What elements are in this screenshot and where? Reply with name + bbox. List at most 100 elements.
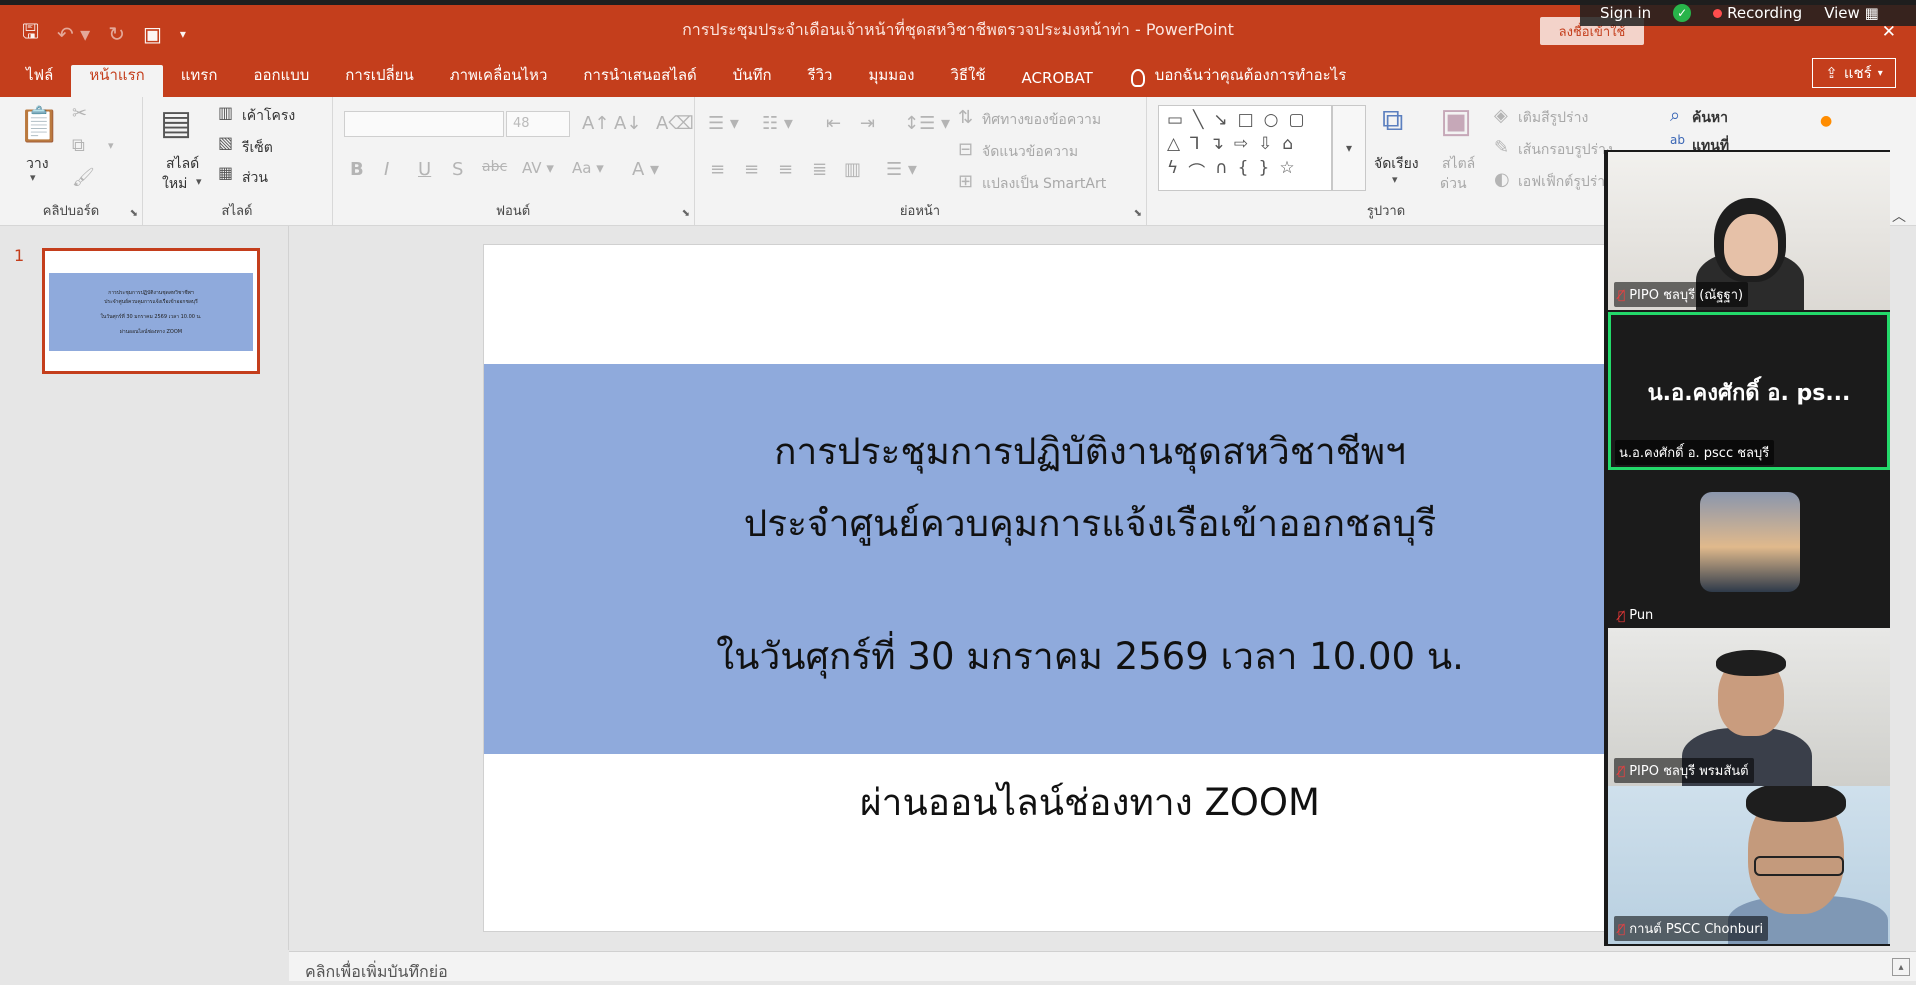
grow-font-icon[interactable]: A↑ — [582, 113, 609, 134]
reset-icon[interactable]: ▧ — [218, 133, 233, 152]
shape-fill-button[interactable]: เติมสีรูปร่าง — [1518, 107, 1588, 129]
slide-date-line[interactable]: ในวันศุกร์ที่ 30 มกราคม 2569 เวลา 10.00 … — [484, 627, 1605, 686]
align-right-icon[interactable]: ≡ — [778, 159, 793, 180]
align-left-icon[interactable]: ≡ — [710, 159, 725, 180]
layout-icon[interactable]: ▥ — [218, 103, 233, 122]
designer-icon[interactable]: ● — [1820, 113, 1832, 129]
find-button[interactable]: ค้นหา — [1692, 107, 1728, 129]
arc-shape-icon[interactable]: ∩ — [1215, 158, 1227, 183]
strikethrough-icon[interactable]: abc — [482, 159, 507, 175]
tab-help[interactable]: วิธีใช้ — [932, 65, 1003, 97]
arrange-button[interactable]: จัดเรียง — [1374, 153, 1419, 175]
chevron-down-icon[interactable]: ▾ — [196, 175, 202, 188]
clear-formatting-icon[interactable]: A⌫ — [656, 113, 694, 134]
elbow-connector-shape-icon[interactable]: ⅂ — [1190, 134, 1199, 154]
shield-check-icon[interactable]: ✓ — [1673, 4, 1692, 22]
decrease-indent-icon[interactable]: ⇤ — [826, 113, 841, 134]
shape-outline-icon[interactable]: ✎ — [1494, 137, 1509, 158]
down-arrow-shape-icon[interactable]: ⇩ — [1258, 134, 1272, 154]
lightning-shape-icon[interactable]: ϟ — [1167, 158, 1178, 183]
change-case-icon[interactable]: Aa ▾ — [572, 159, 604, 177]
justify-icon[interactable]: ≣ — [812, 159, 827, 180]
share-button[interactable]: ⇪ แชร์ ▾ — [1812, 58, 1896, 88]
slide-thumbnail[interactable]: การประชุมการปฏิบัติงานชุดสหวิชาชีพฯ ประจ… — [42, 248, 260, 374]
rectangle-shape-icon[interactable]: □ — [1238, 110, 1254, 130]
participant-tile[interactable]: 🎙̸ PIPO ชลบุรี (ณัฐฐา) — [1608, 152, 1890, 310]
tab-design[interactable]: ออกแบบ — [235, 65, 327, 97]
arrow-line-shape-icon[interactable]: ↘ — [1213, 110, 1227, 130]
align-text-button[interactable]: จัดแนวข้อความ — [982, 141, 1078, 163]
right-brace-shape-icon[interactable]: } — [1259, 158, 1270, 183]
underline-icon[interactable]: U — [418, 159, 431, 180]
slide-title-line-1[interactable]: การประชุมการปฏิบัติงานชุดสหวิชาชีพฯ — [484, 422, 1605, 481]
font-name-box[interactable] — [344, 111, 504, 137]
participant-tile[interactable]: 🎙̸ Pun — [1608, 470, 1890, 628]
participant-tile[interactable]: 🎙̸ กานต์ PSCC Chonburi — [1608, 786, 1890, 944]
scroll-up-icon[interactable]: ▴ — [1892, 958, 1910, 976]
textbox-shape-icon[interactable]: ▭ — [1167, 110, 1183, 130]
view-button[interactable]: View ▦ — [1824, 4, 1879, 22]
bold-icon[interactable]: B — [350, 159, 364, 180]
participant-tile[interactable]: 🎙̸ PIPO ชลบุรี พรมสันต์ — [1608, 628, 1890, 786]
star-shape-icon[interactable]: ☆ — [1279, 158, 1294, 183]
slide-channel-line[interactable]: ผ่านออนไลน์ช่องทาง ZOOM — [484, 773, 1605, 832]
slide[interactable]: การประชุมการปฏิบัติงานชุดสหวิชาชีพฯ ประจ… — [483, 244, 1605, 932]
tab-home[interactable]: หน้าแรก — [71, 65, 163, 97]
quick-styles-label-1[interactable]: สไตล์ — [1442, 153, 1475, 175]
chevron-down-icon[interactable]: ▾ — [1392, 173, 1398, 186]
tab-slideshow[interactable]: การนำเสนอสไลด์ — [565, 65, 714, 97]
shape-fill-icon[interactable]: ◈ — [1494, 105, 1508, 126]
notes-pane[interactable]: คลิกเพื่อเพิ่มบันทึกย่อ ▴ — [289, 951, 1916, 981]
chevron-down-icon[interactable]: ▾ — [108, 139, 114, 152]
numbering-icon[interactable]: ☷ ▾ — [762, 113, 793, 134]
copy-icon[interactable]: ⧉ — [72, 135, 85, 156]
tab-transitions[interactable]: การเปลี่ยน — [327, 65, 431, 97]
shape-effects-icon[interactable]: ◐ — [1494, 169, 1510, 190]
quick-styles-label-2[interactable]: ด่วน — [1440, 173, 1467, 195]
align-dropdown-icon[interactable]: ☰ ▾ — [886, 159, 917, 180]
bullets-icon[interactable]: ☰ ▾ — [708, 113, 739, 134]
shapes-gallery[interactable]: ▭ ╲ ↘ □ ○ ▢ △ ⅂ ↴ ⇨ ⇩ ⌂ ϟ ⌒ ∩ {} ☆ — [1158, 105, 1332, 191]
new-slide-label-1[interactable]: สไลด์ — [166, 153, 199, 175]
dialog-launcher-icon[interactable]: ⬊ — [130, 208, 138, 219]
recording-indicator[interactable]: Recording — [1713, 4, 1802, 22]
right-arrow-shape-icon[interactable]: ⇨ — [1234, 134, 1248, 154]
dialog-launcher-icon[interactable]: ⬊ — [1134, 208, 1142, 219]
font-color-icon[interactable]: A ▾ — [632, 159, 659, 180]
slide-title-line-2[interactable]: ประจำศูนย์ควบคุมการแจ้งเรือเข้าออกชลบุรี — [484, 494, 1605, 553]
shapes-more-button[interactable]: ▾ — [1332, 105, 1366, 191]
align-text-icon[interactable]: ⊟ — [958, 139, 973, 160]
format-painter-icon[interactable]: 🖌 — [72, 167, 95, 188]
oval-shape-icon[interactable]: ○ — [1264, 110, 1279, 130]
cut-icon[interactable]: ✂ — [72, 103, 87, 124]
new-slide-label-2[interactable]: ใหม่ — [162, 173, 187, 195]
rounded-rect-shape-icon[interactable]: ▢ — [1288, 110, 1304, 130]
replace-icon[interactable]: ab — [1670, 133, 1685, 147]
reset-button[interactable]: รีเซ็ต — [242, 137, 273, 159]
paste-icon[interactable]: 📋 — [18, 105, 60, 145]
tab-review[interactable]: รีวิว — [790, 65, 851, 97]
collapse-ribbon-icon[interactable]: ︿ — [1892, 206, 1906, 226]
text-direction-button[interactable]: ทิศทางของข้อความ — [982, 109, 1101, 131]
section-button[interactable]: ส่วน — [242, 167, 268, 189]
tab-animations[interactable]: ภาพเคลื่อนไหว — [432, 65, 566, 97]
tab-insert[interactable]: แทรก — [163, 65, 236, 97]
line-spacing-icon[interactable]: ↕☰ ▾ — [904, 113, 950, 134]
elbow-arrow-shape-icon[interactable]: ↴ — [1210, 134, 1224, 154]
character-spacing-icon[interactable]: AV ▾ — [522, 159, 554, 177]
tell-me-search[interactable]: บอกฉันว่าคุณต้องการทำอะไร — [1111, 63, 1346, 97]
shape-outline-button[interactable]: เส้นกรอบรูปร่าง — [1518, 139, 1613, 161]
shrink-font-icon[interactable]: A↓ — [614, 113, 641, 134]
freeform-shape-icon[interactable]: ⌂ — [1282, 134, 1293, 154]
triangle-shape-icon[interactable]: △ — [1167, 134, 1180, 154]
tab-view[interactable]: มุมมอง — [850, 65, 932, 97]
new-slide-icon[interactable]: ▤ — [160, 103, 192, 143]
layout-button[interactable]: เค้าโครง — [242, 105, 295, 127]
quick-styles-icon[interactable]: ▣ — [1440, 101, 1472, 141]
zoom-sign-in-link[interactable]: Sign in — [1600, 4, 1651, 22]
text-direction-icon[interactable]: ⇅ — [958, 107, 973, 128]
smartart-icon[interactable]: ⊞ — [958, 171, 973, 192]
dialog-launcher-icon[interactable]: ⬊ — [682, 208, 690, 219]
shadow-icon[interactable]: S — [452, 159, 463, 180]
tab-acrobat[interactable]: ACROBAT — [1004, 65, 1111, 97]
